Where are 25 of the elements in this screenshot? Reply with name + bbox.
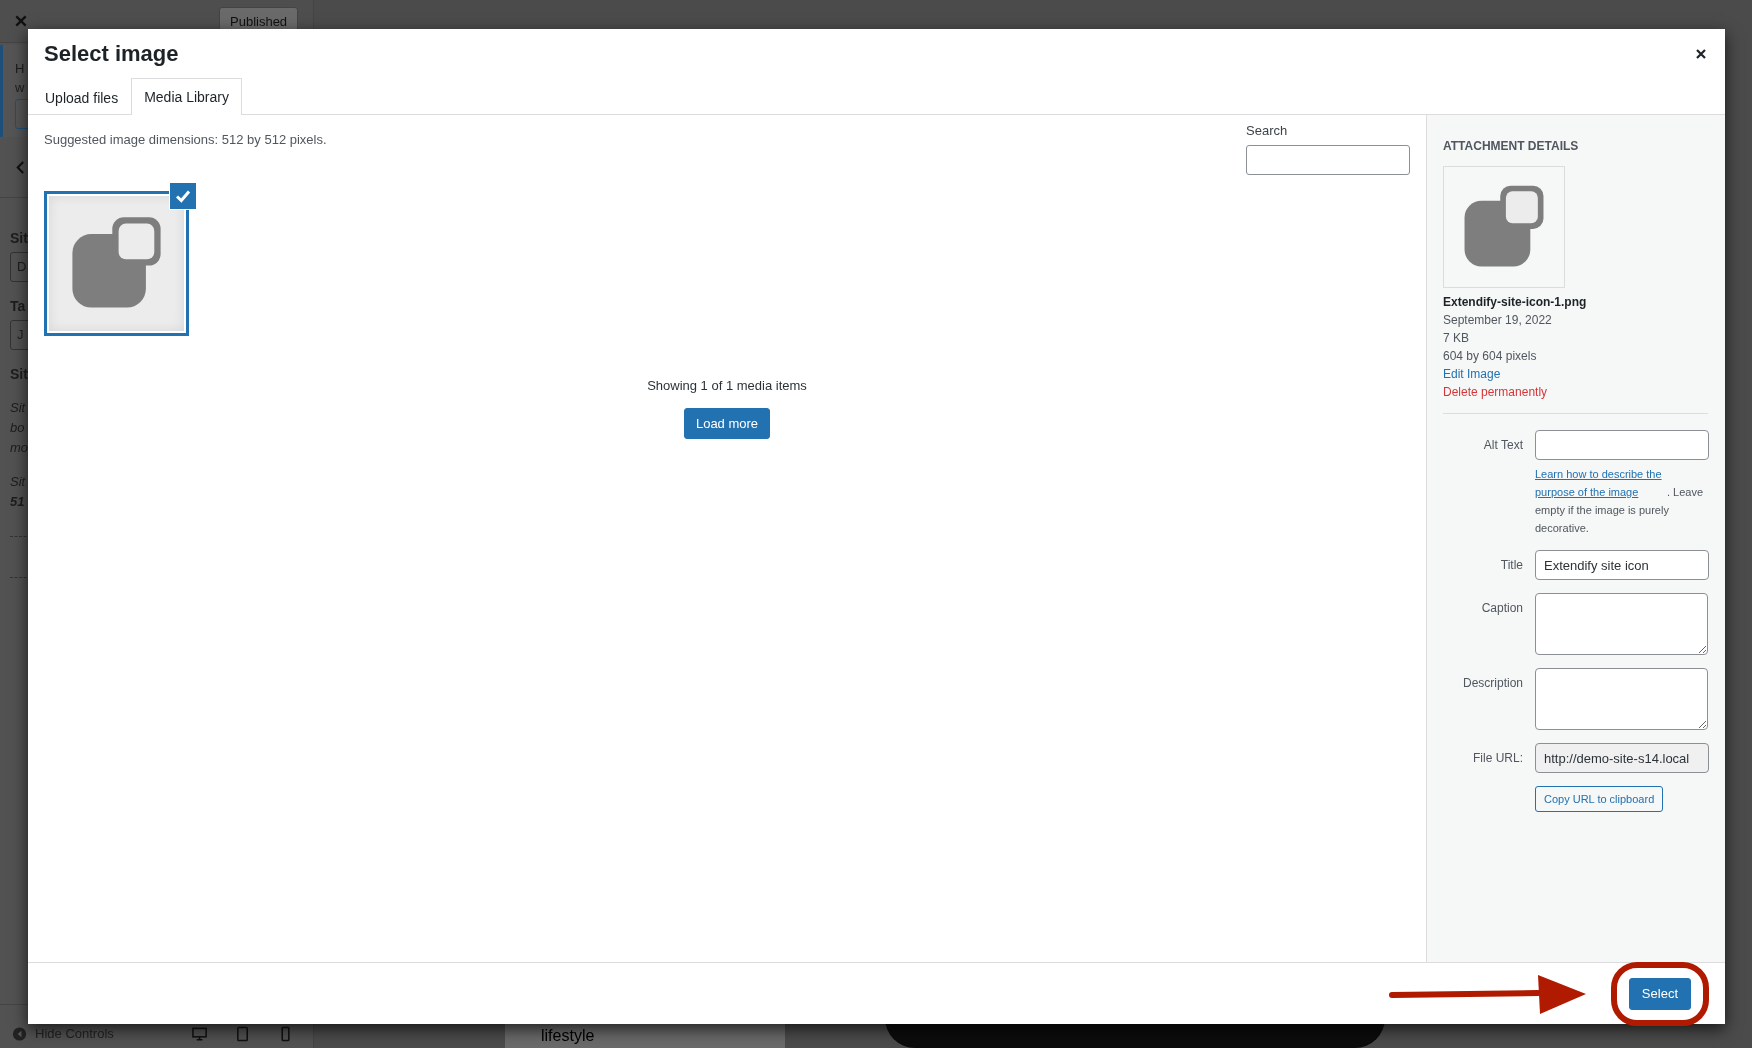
- delete-link[interactable]: Delete permanently: [1443, 385, 1548, 399]
- tab[interactable]: Upload files: [44, 79, 132, 115]
- text-field[interactable]: Extendify site icon: [1535, 550, 1709, 580]
- tab[interactable]: Media Library: [131, 78, 242, 115]
- field-label: Caption: [1480, 600, 1523, 615]
- field-label: Alt Text: [1482, 437, 1523, 452]
- file-size: 7 KB: [1443, 330, 1470, 347]
- help-text: Learn how to describe the purpose of the image . Leave empty if the image is purely decorative.: [1535, 465, 1708, 537]
- select-button[interactable]: Select: [1628, 977, 1691, 1010]
- field-label: Description: [1461, 675, 1523, 690]
- copy-url-button[interactable]: Copy URL to clipboard: [1535, 786, 1664, 812]
- hint-text: Suggested image dimensions: 512 by 512 pixels.: [44, 131, 327, 147]
- image-dimensions: 604 by 604 pixels: [1443, 348, 1538, 365]
- field-label: Title: [1499, 557, 1523, 572]
- help-link[interactable]: Learn how to describe the purpose of the image: [1535, 465, 1667, 501]
- media-count-text: Showing 1 of 1 media items: [647, 378, 807, 393]
- file-name: Extendify-site-icon-1.png: [1443, 294, 1588, 311]
- field-label: File URL:: [1472, 750, 1523, 765]
- dialog-title: Select image: [44, 41, 179, 67]
- upload-date: September 19, 2022: [1443, 312, 1553, 329]
- url-field[interactable]: http://demo-site-s14.local: [1535, 743, 1709, 773]
- search-label: Search: [1246, 123, 1289, 138]
- section-heading: ATTACHMENT DETAILS: [1443, 139, 1580, 153]
- edit-image-link[interactable]: Edit Image: [1443, 367, 1501, 381]
- load-more-button[interactable]: Load more: [683, 408, 771, 439]
